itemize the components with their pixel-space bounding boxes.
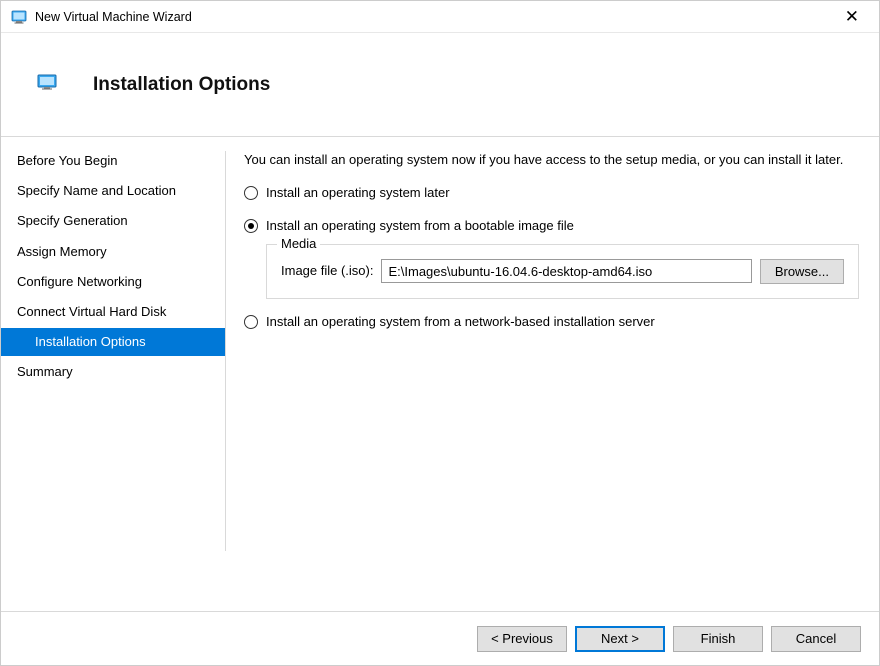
titlebar: New Virtual Machine Wizard ✕ bbox=[1, 1, 879, 33]
wizard-header: Installation Options bbox=[1, 33, 879, 136]
main-panel: You can install an operating system now … bbox=[226, 137, 879, 611]
radio-install-from-image[interactable]: Install an operating system from a boota… bbox=[244, 217, 859, 236]
page-title: Installation Options bbox=[93, 74, 270, 96]
radio-icon bbox=[244, 315, 258, 329]
image-file-label: Image file (.iso): bbox=[281, 262, 373, 281]
previous-button[interactable]: < Previous bbox=[477, 626, 567, 652]
sidebar-item-specify-name[interactable]: Specify Name and Location bbox=[1, 177, 225, 205]
radio-label: Install an operating system from a netwo… bbox=[266, 313, 655, 332]
content-area: Before You Begin Specify Name and Locati… bbox=[1, 137, 879, 611]
radio-label: Install an operating system from a boota… bbox=[266, 217, 574, 236]
media-fieldset: Media Image file (.iso): Browse... bbox=[266, 244, 859, 299]
media-legend: Media bbox=[277, 235, 320, 254]
sidebar-item-configure-networking[interactable]: Configure Networking bbox=[1, 268, 225, 296]
sidebar-item-installation-options[interactable]: Installation Options bbox=[1, 328, 225, 356]
sidebar-item-summary[interactable]: Summary bbox=[1, 358, 225, 386]
sidebar-item-before-you-begin[interactable]: Before You Begin bbox=[1, 147, 225, 175]
radio-label: Install an operating system later bbox=[266, 184, 450, 203]
radio-icon bbox=[244, 219, 258, 233]
wizard-footer: < Previous Next > Finish Cancel bbox=[1, 611, 879, 665]
radio-install-from-network[interactable]: Install an operating system from a netwo… bbox=[244, 313, 859, 332]
radio-icon bbox=[244, 186, 258, 200]
radio-install-later[interactable]: Install an operating system later bbox=[244, 184, 859, 203]
wizard-steps-sidebar: Before You Begin Specify Name and Locati… bbox=[1, 137, 225, 611]
finish-button[interactable]: Finish bbox=[673, 626, 763, 652]
header-icon bbox=[37, 74, 57, 90]
image-file-input[interactable] bbox=[381, 259, 751, 283]
app-icon bbox=[11, 9, 27, 25]
sidebar-item-assign-memory[interactable]: Assign Memory bbox=[1, 238, 225, 266]
cancel-button[interactable]: Cancel bbox=[771, 626, 861, 652]
sidebar-item-specify-generation[interactable]: Specify Generation bbox=[1, 207, 225, 235]
close-button[interactable]: ✕ bbox=[833, 4, 871, 29]
sidebar-item-connect-vhd[interactable]: Connect Virtual Hard Disk bbox=[1, 298, 225, 326]
window-title: New Virtual Machine Wizard bbox=[35, 10, 833, 24]
intro-text: You can install an operating system now … bbox=[244, 151, 859, 170]
next-button[interactable]: Next > bbox=[575, 626, 665, 652]
browse-button[interactable]: Browse... bbox=[760, 259, 844, 284]
